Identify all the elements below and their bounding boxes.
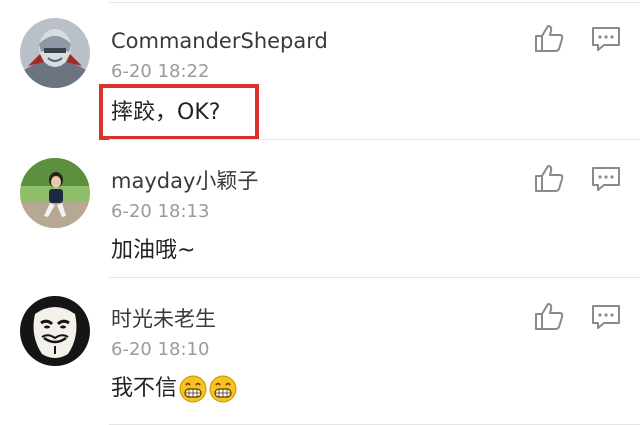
username[interactable]: CommanderShepard [111,27,328,55]
comment-item: CommanderShepard 6-20 18:22 摔跤，OK? [0,0,640,140]
thumbs-up-icon [535,25,564,52]
reply-button[interactable] [590,25,622,53]
reply-button[interactable] [590,303,622,331]
comment-bubble-icon [592,27,620,51]
comment-text: 我不信 [111,372,237,406]
guy-fawkes-mask-avatar-icon [20,296,90,366]
username[interactable]: 时光未老生 [111,305,216,333]
thumbs-up-icon [535,165,564,192]
comment-bubble-icon [592,167,620,191]
like-button[interactable] [533,22,565,54]
comment-bubble-icon [592,305,620,329]
timestamp: 6-20 18:22 [111,61,210,82]
comment-item: 时光未老生 6-20 18:10 我不信 [0,278,640,425]
avatar[interactable] [20,296,90,366]
armored-soldier-avatar-icon [20,18,90,88]
avatar[interactable] [20,158,90,228]
reply-button[interactable] [590,165,622,193]
comment-item: mayday小颖子 6-20 18:13 加油哦~ [0,140,640,278]
grinning-face-emoji-icon [179,375,207,403]
like-button[interactable] [533,162,565,194]
timestamp: 6-20 18:13 [111,201,210,222]
thumbs-up-icon [535,303,564,330]
comment-text-body: 我不信 [111,376,178,401]
grinning-face-emoji-icon [209,375,237,403]
comment-list: CommanderShepard 6-20 18:22 摔跤，OK? mayda… [0,0,640,425]
avatar[interactable] [20,18,90,88]
like-button[interactable] [533,300,565,332]
comment-text-body: 加油哦~ [111,238,196,263]
timestamp: 6-20 18:10 [111,339,210,360]
girl-photo-avatar-icon [20,158,90,228]
username[interactable]: mayday小颖子 [111,167,258,195]
highlight-box [99,84,259,140]
comment-text: 加油哦~ [111,234,195,268]
